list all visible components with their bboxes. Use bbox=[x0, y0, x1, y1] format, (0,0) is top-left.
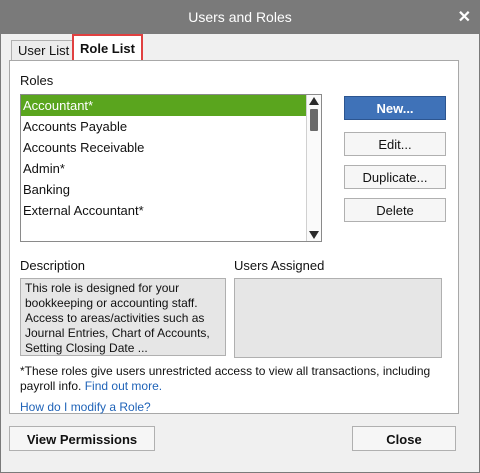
title-bar: Users and Roles ✕ bbox=[1, 1, 479, 34]
tab-user-list[interactable]: User List bbox=[11, 40, 77, 61]
duplicate-button[interactable]: Duplicate... bbox=[344, 165, 446, 189]
edit-button[interactable]: Edit... bbox=[344, 132, 446, 156]
window-title: Users and Roles bbox=[188, 9, 292, 25]
role-list-item[interactable]: Accounts Payable bbox=[21, 116, 321, 137]
new-button[interactable]: New... bbox=[344, 96, 446, 120]
roles-list: Accountant* Accounts Payable Accounts Rece… bbox=[21, 95, 321, 221]
scroll-up-icon[interactable] bbox=[309, 97, 319, 105]
how-to-modify-role-link[interactable]: How do I modify a Role? bbox=[20, 400, 450, 415]
description-text: This role is designed for your bookkeepi… bbox=[20, 278, 226, 356]
find-out-more-link[interactable]: Find out more. bbox=[85, 379, 162, 393]
roles-listbox[interactable]: Accountant* Accounts Payable Accounts Rece… bbox=[20, 94, 322, 242]
scroll-thumb[interactable] bbox=[310, 109, 318, 131]
delete-button[interactable]: Delete bbox=[344, 198, 446, 222]
roles-note: *These roles give users unrestricted acc… bbox=[20, 364, 450, 415]
role-list-item[interactable]: External Accountant* bbox=[21, 200, 321, 221]
scroll-down-icon[interactable] bbox=[309, 231, 319, 239]
role-list-panel: Roles Accountant* Accounts Payable Account… bbox=[9, 60, 459, 414]
close-button[interactable]: Close bbox=[352, 426, 456, 451]
note-text: *These roles give users unrestricted acc… bbox=[20, 364, 431, 393]
users-assigned-label: Users Assigned bbox=[234, 258, 325, 273]
role-list-item[interactable]: Accounts Receivable bbox=[21, 137, 321, 158]
role-list-item[interactable]: Accountant* bbox=[21, 95, 321, 116]
users-and-roles-window: Users and Roles ✕ User List Role List Ro… bbox=[0, 0, 480, 473]
role-list-item[interactable]: Banking bbox=[21, 179, 321, 200]
close-icon[interactable]: ✕ bbox=[458, 7, 471, 27]
users-assigned-list[interactable] bbox=[234, 278, 442, 358]
roles-label: Roles bbox=[20, 73, 54, 88]
role-list-item[interactable]: Admin* bbox=[21, 158, 321, 179]
roles-scrollbar[interactable] bbox=[306, 95, 321, 241]
view-permissions-button[interactable]: View Permissions bbox=[9, 426, 155, 451]
description-label: Description bbox=[20, 258, 86, 273]
